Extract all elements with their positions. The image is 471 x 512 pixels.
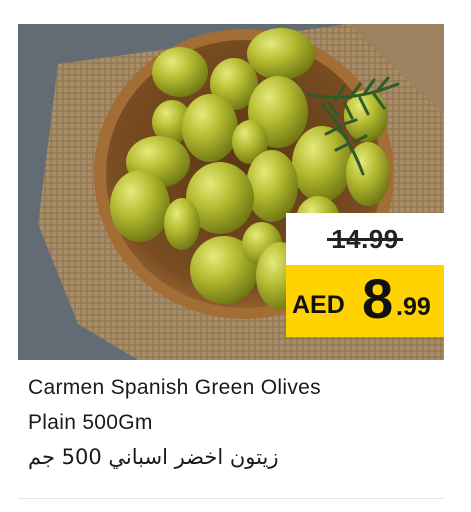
- currency-label: AED: [292, 291, 345, 319]
- product-card[interactable]: 14.99 AED 8 .99 Carmen Spanish Green Oli…: [0, 0, 471, 512]
- new-price-decimal: .99: [396, 293, 431, 321]
- new-price-integer: 8: [362, 267, 394, 330]
- strikethrough-line: [327, 238, 403, 241]
- product-name-line2: Plain 500Gm: [28, 411, 153, 434]
- new-price-box: AED 8 .99: [286, 265, 444, 337]
- old-price-box: 14.99: [286, 213, 444, 265]
- old-price: 14.99: [327, 224, 403, 255]
- product-name-line1: Carmen Spanish Green Olives: [28, 376, 321, 399]
- card-divider: [18, 498, 444, 499]
- price-tag: 14.99 AED 8 .99: [286, 213, 444, 337]
- product-name-arabic: زيتون اخضر اسباني 500 جم: [28, 445, 279, 469]
